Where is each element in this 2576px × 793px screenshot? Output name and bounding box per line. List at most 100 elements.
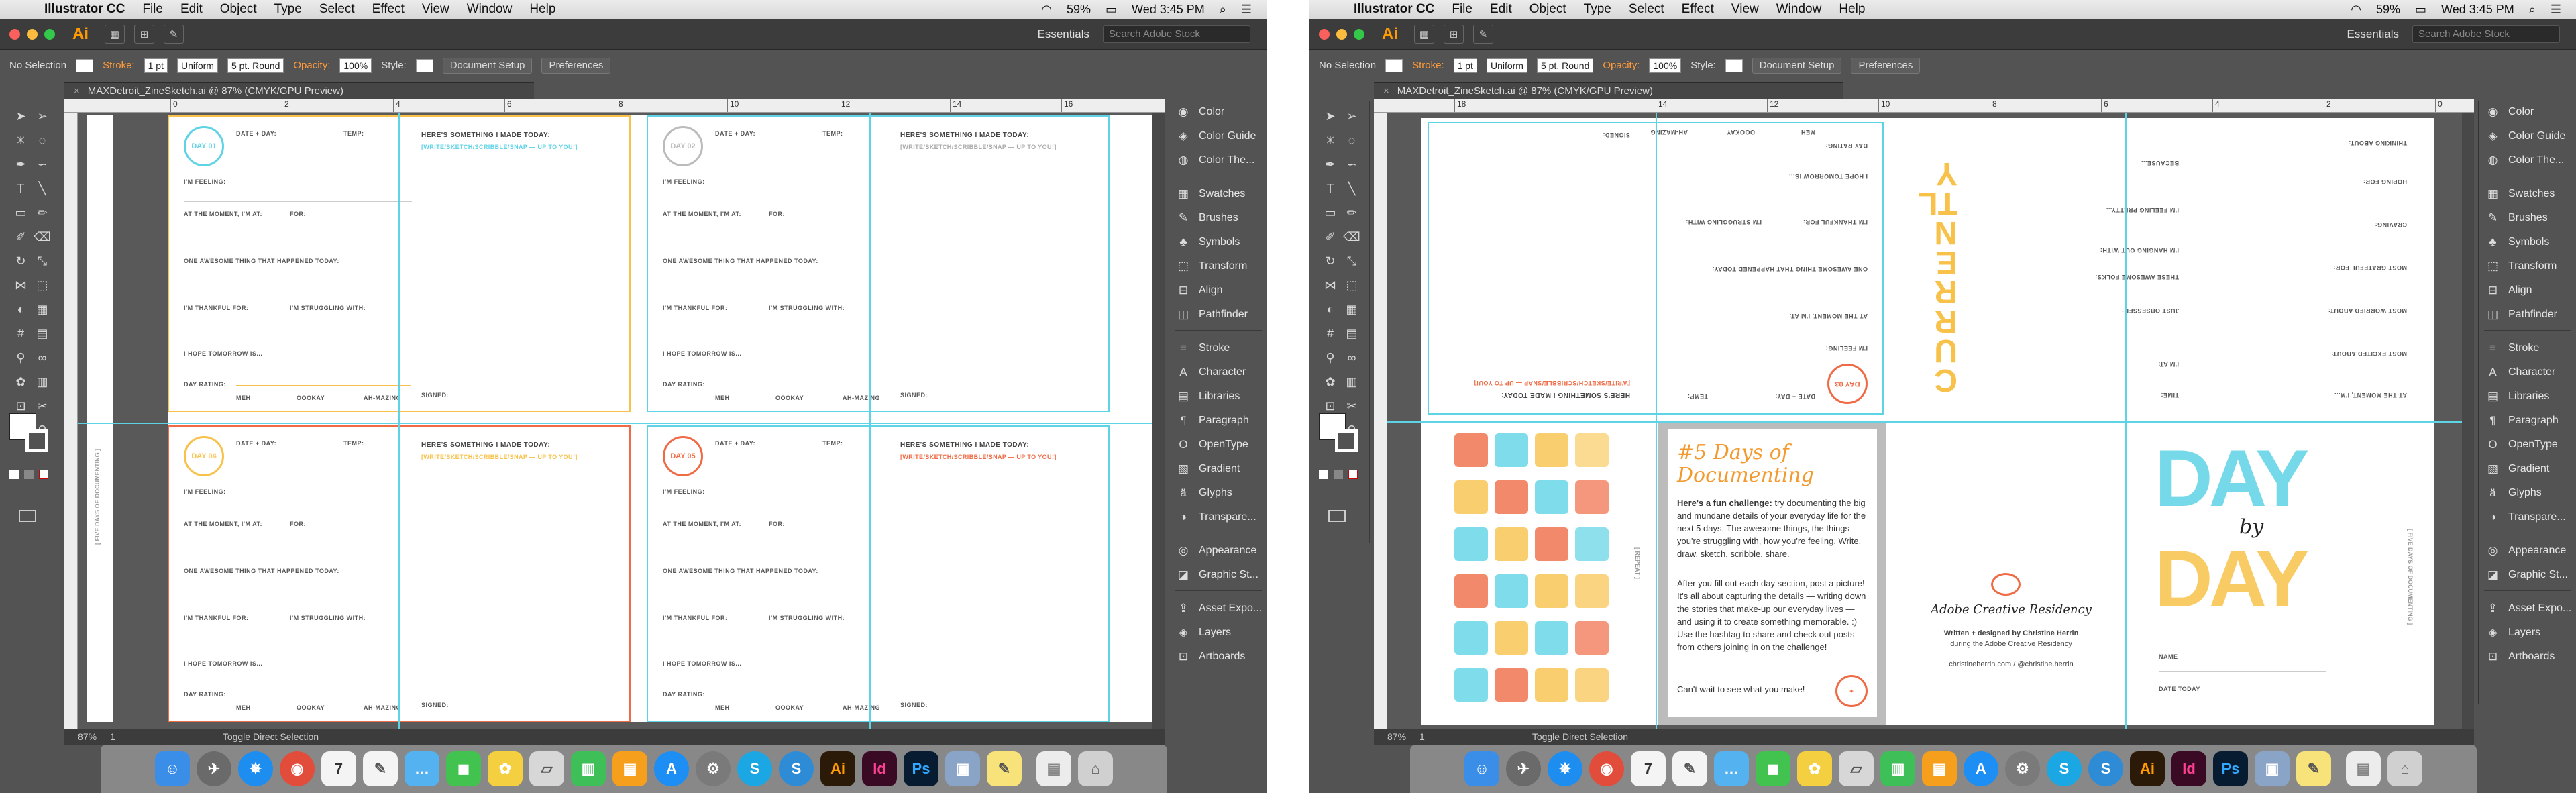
selection-tool-icon[interactable]: ➤ — [12, 107, 30, 125]
panel-paragraph[interactable]: ¶ Paragraph — [2485, 409, 2558, 432]
simplenote-icon[interactable]: S — [779, 751, 814, 786]
panel-opentype[interactable]: O OpenType — [2485, 433, 2557, 456]
perspective-grid-icon[interactable]: ▦ — [34, 301, 51, 318]
style-swatch[interactable] — [415, 58, 433, 72]
close-tab-icon[interactable]: × — [1383, 85, 1389, 97]
stock-search-input[interactable]: Search Adobe Stock — [2412, 25, 2560, 43]
launchpad-icon[interactable]: ✈ — [1506, 751, 1541, 786]
numbers-icon[interactable]: ▥ — [1880, 751, 1915, 786]
search-icon[interactable]: ⌕ — [2529, 3, 2536, 17]
panel-transform[interactable]: ⬚ Transform — [2485, 255, 2557, 278]
pen-tool-icon[interactable]: ✒ — [1322, 156, 1339, 173]
gradient-tool-icon[interactable]: ▤ — [34, 325, 51, 342]
opacity-field[interactable]: 100% — [339, 58, 372, 73]
facetime-icon[interactable]: ◼ — [446, 751, 481, 786]
menu-view[interactable]: View — [422, 2, 449, 17]
stroke-label[interactable]: Stroke: — [1412, 60, 1444, 71]
notes-icon[interactable]: ✎ — [363, 751, 398, 786]
system-preferences-icon[interactable]: ⚙ — [696, 751, 731, 786]
preferences-button[interactable]: Preferences — [541, 57, 611, 74]
bridge-icon[interactable]: ▦ — [1414, 24, 1434, 44]
panel-character[interactable]: A Character — [1176, 361, 1246, 384]
menu-type[interactable]: Type — [274, 2, 302, 17]
panel-artboards[interactable]: ⊡ Artboards — [1176, 645, 1246, 668]
document-tab[interactable]: × MAXDetroit_ZineSketch.ai @ 87% (CMYK/GP… — [64, 82, 534, 99]
battery-percent[interactable]: 59% — [1067, 3, 1091, 17]
panel-symbols[interactable]: ♣ Symbols — [1176, 231, 1240, 254]
panel-layers[interactable]: ◈ Layers — [1176, 621, 1231, 644]
menu-help[interactable]: Help — [1839, 2, 1865, 17]
panel-transform[interactable]: ⬚ Transform — [1176, 255, 1247, 278]
slice-tool-icon[interactable]: ✂ — [34, 397, 51, 415]
chrome-icon[interactable]: ◉ — [1589, 751, 1624, 786]
panel-swatches[interactable]: ▦ Swatches — [1176, 182, 1245, 205]
horizontal-guide[interactable] — [1387, 421, 2474, 423]
system-preferences-icon[interactable]: ⚙ — [2005, 751, 2040, 786]
panel-align[interactable]: ⊟ Align — [2485, 279, 2532, 302]
fill-swatch[interactable] — [76, 58, 94, 72]
preferences-button[interactable]: Preferences — [1851, 57, 1921, 74]
brush-select[interactable]: 5 pt. Round — [227, 58, 284, 73]
chrome-icon[interactable]: ◉ — [280, 751, 315, 786]
skype-icon[interactable]: S — [737, 751, 772, 786]
panel-gradient[interactable]: ▧ Gradient — [1176, 458, 1240, 480]
mesh-tool-icon[interactable]: # — [12, 325, 30, 342]
vertical-ruler[interactable] — [1374, 113, 1387, 729]
main-artboard[interactable]: DAY 01 DATE + DAY: TEMP: I'M FEELING: AT… — [168, 115, 1165, 722]
graph-tool-icon[interactable]: ▥ — [1343, 373, 1360, 390]
horizontal-ruler[interactable]: 0 2 4 6 8 10 12 14 16 — [64, 99, 1165, 113]
menu-window[interactable]: Window — [467, 2, 513, 17]
scale-tool-icon[interactable]: ⤡ — [1343, 252, 1360, 270]
simplenote-icon[interactable]: S — [2088, 751, 2123, 786]
style-swatch[interactable] — [1725, 58, 1743, 72]
line-tool-icon[interactable]: ╲ — [34, 180, 51, 197]
symbol-sprayer-icon[interactable]: ✿ — [12, 373, 30, 390]
menu-effect[interactable]: Effect — [372, 2, 405, 17]
free-transform-icon[interactable]: ⬚ — [34, 276, 51, 294]
screen-mode-icon[interactable] — [19, 510, 36, 522]
illustrator-icon[interactable]: Ai — [820, 751, 855, 786]
document-tab[interactable]: × MAXDetroit_ZineSketch.ai @ 87% (CMYK/GP… — [1374, 82, 1843, 99]
panel-gradient[interactable]: ▧ Gradient — [2485, 458, 2549, 480]
brush-select[interactable]: 5 pt. Round — [1536, 58, 1594, 73]
keynote-icon[interactable]: ▱ — [1839, 751, 1874, 786]
stroke-color-icon[interactable] — [1335, 429, 1358, 452]
ibooks-icon[interactable]: ▤ — [1922, 751, 1957, 786]
zoom-icon[interactable] — [1354, 28, 1364, 40]
panel-pathfinder[interactable]: ◫ Pathfinder — [1176, 303, 1248, 326]
illustrator-icon[interactable]: Ai — [2130, 751, 2165, 786]
menu-list-icon[interactable]: ☰ — [2551, 3, 2561, 17]
calendar-icon[interactable]: 7 — [1631, 751, 1666, 786]
color-mode-icon[interactable] — [9, 470, 19, 479]
eraser-tool-icon[interactable]: ⌫ — [34, 228, 51, 246]
artboard-spine[interactable]: [ FIVE DAYS OF DOCUMENTING ] — [87, 115, 113, 722]
safari-icon[interactable]: ✵ — [238, 751, 273, 786]
gradient-mode-icon[interactable] — [24, 470, 34, 479]
messages-icon[interactable]: … — [1714, 751, 1749, 786]
horizontal-guide[interactable] — [78, 423, 1165, 424]
gradient-mode-icon[interactable] — [1334, 470, 1343, 479]
fill-swatch[interactable] — [1385, 58, 1403, 72]
brush-icon[interactable]: ✎ — [1473, 24, 1493, 44]
document-setup-button[interactable]: Document Setup — [1752, 57, 1842, 74]
panel-stroke[interactable]: ≡ Stroke — [1176, 337, 1230, 360]
bridge-icon[interactable]: ▦ — [105, 24, 125, 44]
panel-transparency[interactable]: ◑ Transpare... — [1176, 506, 1256, 529]
direct-selection-tool-icon[interactable]: ➢ — [34, 107, 51, 125]
vertical-guide[interactable] — [2125, 113, 2127, 729]
eraser-tool-icon[interactable]: ⌫ — [1343, 228, 1360, 246]
paintbrush-tool-icon[interactable]: ✏ — [34, 204, 51, 221]
skype-icon[interactable]: S — [2047, 751, 2082, 786]
menu-app[interactable]: Illustrator CC — [44, 2, 125, 17]
panel-color[interactable]: ◉ Color — [1176, 101, 1225, 123]
panel-brushes[interactable]: ✎ Brushes — [1176, 207, 1238, 229]
blend-tool-icon[interactable]: ∞ — [1343, 349, 1360, 366]
panel-stroke[interactable]: ≡ Stroke — [2485, 337, 2539, 360]
paintbrush-tool-icon[interactable]: ✏ — [1343, 204, 1360, 221]
horizontal-ruler[interactable]: 18 14 12 10 8 6 4 2 0 — [1374, 99, 2474, 113]
rotate-tool-icon[interactable]: ↻ — [12, 252, 30, 270]
screen-mode-icon[interactable] — [1328, 510, 1346, 522]
zoom-level[interactable]: 87% — [1387, 731, 1406, 742]
artboard-number[interactable]: 1 — [1419, 731, 1425, 742]
calendar-icon[interactable]: 7 — [321, 751, 356, 786]
